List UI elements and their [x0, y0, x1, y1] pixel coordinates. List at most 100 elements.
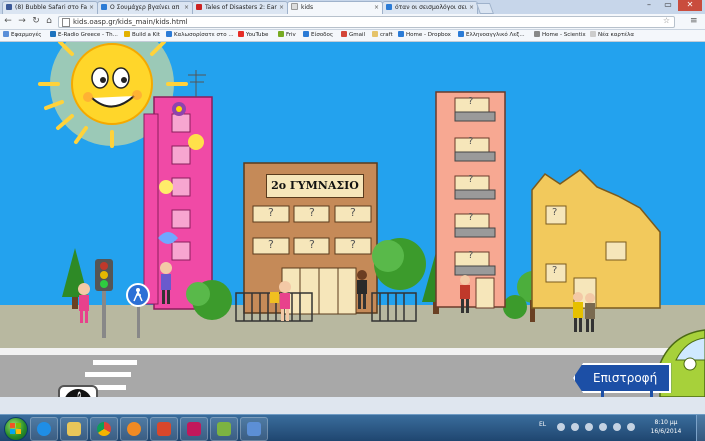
question-mark-label[interactable]: ?: [468, 174, 473, 185]
maximize-button[interactable]: ▭: [659, 0, 677, 11]
bookmark-welcome[interactable]: Καλωσορίσατε στο ...: [166, 30, 234, 41]
bookmark-build-a-kit[interactable]: Build a Kit: [124, 30, 160, 41]
taskbar-media-player[interactable]: [120, 417, 148, 441]
downloads-icon: [217, 422, 231, 436]
volume-icon[interactable]: [627, 423, 635, 431]
internet-explorer-icon: [37, 422, 51, 436]
facebook-icon: [6, 4, 12, 10]
clock-time: 8:10 μμ: [654, 419, 678, 426]
back-arrow-icon[interactable]: ←: [3, 16, 13, 27]
tab-schumacher[interactable]: Ο Σουμάχερ βγαίνει απ ×: [97, 1, 193, 15]
bookmark-icon: [50, 31, 56, 37]
tray-app-icon[interactable]: [571, 423, 579, 431]
bookmark-icon: [278, 31, 284, 37]
page-icon: [291, 3, 298, 10]
music-toggle-button[interactable]: 𝄞: [58, 385, 98, 397]
bookmark-scientix[interactable]: Home - Scientix: [534, 30, 586, 41]
dropbox-icon: [398, 31, 404, 37]
apartment-tower: [435, 91, 506, 309]
folder-icon: [67, 422, 81, 436]
chrome-menu-icon[interactable]: ≡: [690, 15, 698, 27]
bookmark-dropbox[interactable]: Home - Dropbox: [398, 30, 451, 41]
tab-bubble-safari[interactable]: (8) Bubble Safari στο Face ×: [2, 1, 98, 15]
home-icon[interactable]: ⌂: [44, 16, 54, 27]
back-button[interactable]: Επιστροφή: [573, 363, 672, 393]
tray-app-icon[interactable]: [585, 423, 593, 431]
bookmark-friv[interactable]: Friv: [278, 30, 296, 41]
youtube-icon: [196, 4, 202, 10]
presentation-icon: [157, 422, 171, 436]
question-mark-label[interactable]: ?: [309, 206, 315, 219]
window-question-hotspot[interactable]: [173, 115, 189, 127]
taskbar-presentation[interactable]: [150, 417, 178, 441]
forward-arrow-icon[interactable]: →: [17, 16, 27, 27]
question-mark-label[interactable]: ?: [268, 206, 274, 219]
bookmark-star-icon[interactable]: ☆: [663, 16, 670, 25]
clock-date: 16/6/2014: [650, 428, 682, 435]
tray-app-icon[interactable]: [557, 423, 565, 431]
school-name-sign: 2ο ΓΥΜΝΑΣΙΟ: [266, 174, 364, 198]
start-button[interactable]: [4, 417, 28, 441]
show-desktop-button[interactable]: [696, 415, 705, 441]
question-mark-label[interactable]: ?: [468, 136, 473, 147]
bookmark-craft[interactable]: craft: [372, 30, 393, 41]
question-mark-label[interactable]: ?: [552, 265, 557, 276]
remote-desktop-icon: [247, 422, 261, 436]
question-mark-label[interactable]: ?: [468, 212, 473, 223]
sign-post: [601, 391, 604, 397]
bookmarks-bar: Εφαρμογές E-Radio Greece - Th... Build a…: [0, 30, 705, 42]
taskbar-downloads[interactable]: [210, 417, 238, 441]
close-tab-icon[interactable]: ×: [374, 2, 379, 14]
language-indicator[interactable]: EL: [539, 421, 546, 428]
taskbar-photos[interactable]: [180, 417, 208, 441]
bookmark-youtube[interactable]: YouTube: [238, 30, 268, 41]
question-mark-label[interactable]: ?: [468, 96, 473, 107]
taskbar-remote-desktop[interactable]: [240, 417, 268, 441]
question-mark-label[interactable]: ?: [309, 238, 315, 251]
bookmark-dictionary[interactable]: Ελληνοαγγλικό Λεξ...: [458, 30, 525, 41]
folder-icon: [372, 31, 378, 37]
new-tab-button[interactable]: [475, 3, 495, 14]
close-tab-icon[interactable]: ×: [184, 2, 189, 14]
photos-icon: [187, 422, 201, 436]
taskbar-file-explorer[interactable]: [60, 417, 88, 441]
bookmark-login[interactable]: Είσοδος: [303, 30, 333, 41]
bookmark-gmail[interactable]: Gmail: [341, 30, 365, 41]
flag-icon[interactable]: [599, 423, 607, 431]
question-mark-label[interactable]: ?: [552, 207, 557, 218]
network-icon[interactable]: [613, 423, 621, 431]
close-tab-icon[interactable]: ×: [89, 2, 94, 14]
question-mark-label[interactable]: ?: [268, 238, 274, 251]
window-question-hotspot[interactable]: [173, 179, 189, 191]
url-input[interactable]: kids.oasp.gr/kids_main/kids.html ☆: [58, 16, 675, 28]
bookmark-apps[interactable]: Εφαρμογές: [3, 30, 42, 41]
close-window-button[interactable]: ✕: [678, 0, 702, 11]
question-mark-label[interactable]: ?: [468, 250, 473, 261]
bookmark-eradio[interactable]: E-Radio Greece - Th...: [50, 30, 118, 41]
window-question-hotspot[interactable]: [173, 243, 189, 255]
media-player-icon: [127, 422, 141, 436]
window-question-hotspot[interactable]: [173, 147, 189, 159]
tab-seismologists[interactable]: όταν οι σεισμολόγοι σεισ ×: [382, 1, 478, 15]
close-tab-icon[interactable]: ×: [279, 2, 284, 14]
tab-tales-of-disasters[interactable]: Tales of Disasters 2: Earth ×: [192, 1, 288, 15]
url-text: kids.oasp.gr/kids_main/kids.html: [73, 18, 188, 26]
reload-icon[interactable]: ↻: [31, 16, 41, 27]
bookmark-icon: [124, 31, 130, 37]
bookmark-icon: [303, 31, 309, 37]
close-tab-icon[interactable]: ×: [469, 2, 474, 14]
bookmark-new-tab[interactable]: Νέα καρτέλα: [590, 30, 634, 41]
page-icon: [101, 4, 107, 10]
question-mark-label[interactable]: ?: [350, 238, 356, 251]
taskbar-internet-explorer[interactable]: [30, 417, 58, 441]
clock[interactable]: 8:10 μμ 16/6/2014: [641, 418, 691, 436]
kids-scene: 2ο ΓΥΜΝΑΣΙΟ ? ? ? ? ? ? ? ? ? ? ? ? ? Επ…: [0, 42, 705, 397]
scene-illustration: [0, 42, 705, 397]
question-mark-label[interactable]: ?: [350, 206, 356, 219]
system-tray: EL 8:10 μμ 16/6/2014: [535, 415, 705, 441]
music-note-icon: 𝄞: [64, 389, 92, 397]
minimize-button[interactable]: –: [640, 0, 658, 11]
window-question-hotspot[interactable]: [173, 211, 189, 223]
taskbar-chrome[interactable]: [90, 417, 118, 441]
tab-kids[interactable]: kids ×: [287, 1, 383, 15]
